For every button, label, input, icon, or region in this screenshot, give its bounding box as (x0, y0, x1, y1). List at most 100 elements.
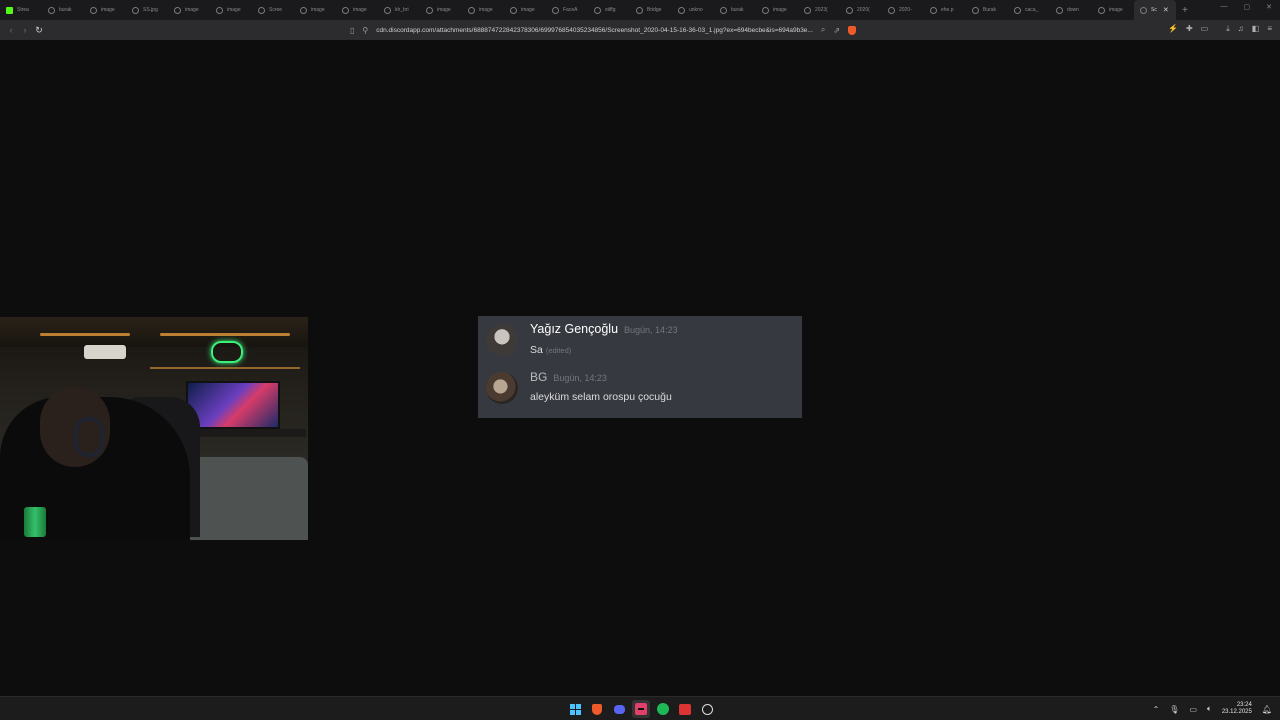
browser-tab[interactable]: image (420, 0, 462, 20)
browser-tab[interactable]: Sc ✕ (1134, 0, 1176, 20)
url-text[interactable]: cdn.discordapp.com/attachments/688874722… (376, 27, 813, 34)
browser-tab[interactable]: image (336, 0, 378, 20)
browser-tab[interactable]: image (462, 0, 504, 20)
tab-title: kh_bri (395, 7, 409, 13)
microphone-icon[interactable]: 🎙︎ (1169, 705, 1179, 714)
back-icon[interactable]: ‹ (4, 25, 18, 35)
network-icon[interactable]: ▭ (1189, 705, 1197, 714)
tab-title: Bridge (647, 7, 662, 13)
message-content: aleyküm selam orospu çocuğu (530, 391, 672, 403)
sidebar-toggle-icon[interactable]: ◧ (1252, 24, 1260, 34)
globe-icon (426, 6, 433, 14)
address-bar[interactable]: ▯ ⚲ cdn.discordapp.com/attachments/68887… (350, 23, 910, 37)
browser-tab[interactable]: ehe.p (924, 0, 966, 20)
browser-tab[interactable]: 2020- (882, 0, 924, 20)
browser-tab[interactable]: unkno (672, 0, 714, 20)
webcam-headset (74, 417, 104, 457)
tab-title: image (521, 7, 535, 13)
tray-overflow-icon[interactable]: ⌃ (1153, 705, 1160, 714)
tab-title: stiffg (605, 7, 616, 13)
tab-title: Sc (1151, 7, 1157, 13)
volume-icon[interactable]: 🔈︎ (1207, 704, 1212, 714)
browser-tab[interactable]: image (210, 0, 252, 20)
webcam-shelf (150, 367, 300, 369)
webcam-drink-can (24, 507, 46, 537)
avatar (486, 324, 518, 356)
discord-screenshot: Yağız Gençoğlu Bugün, 14:23 Sa (edited) BG… (478, 316, 802, 418)
author-name: Yağız Gençoğlu (530, 322, 619, 336)
globe-icon (216, 6, 223, 14)
browser-tab[interactable]: kh_bri (378, 0, 420, 20)
minimize-icon[interactable]: — (1221, 3, 1228, 11)
browser-tab[interactable]: image (294, 0, 336, 20)
taskbar-apps (566, 700, 716, 718)
browser-tab[interactable]: caca_ (1008, 0, 1050, 20)
globe-icon (930, 6, 937, 14)
tab-title: 2023( (815, 7, 828, 13)
brave-icon[interactable] (588, 700, 606, 718)
brave-shield-icon[interactable] (848, 25, 857, 35)
site-info-icon[interactable]: ⚲ (362, 26, 368, 35)
spotify-icon[interactable] (654, 700, 672, 718)
download-icon[interactable]: ⤓ (1226, 24, 1230, 34)
discord-icon[interactable] (610, 700, 628, 718)
author-name: BG (530, 370, 548, 384)
extensions-puzzle-icon[interactable]: ✚ (1186, 24, 1193, 34)
close-window-icon[interactable]: ✕ (1266, 3, 1272, 11)
zoom-icon[interactable]: ⌕ (821, 25, 825, 35)
obs-icon[interactable] (698, 700, 716, 718)
share-icon[interactable]: ⇗ (833, 26, 840, 35)
windows-start-icon[interactable] (566, 700, 584, 718)
menu-icon[interactable]: ≡ (1267, 24, 1272, 34)
tab-title: caca_ (1025, 7, 1039, 13)
globe-icon (762, 6, 769, 14)
new-tab-icon[interactable]: + (1182, 5, 1188, 16)
browser-tab[interactable]: image (756, 0, 798, 20)
globe-icon (720, 6, 727, 14)
globe-icon (510, 6, 517, 14)
browser-tab[interactable]: FaceA (546, 0, 588, 20)
browser-tab[interactable]: Strea (0, 0, 42, 20)
clock[interactable]: 23:24 23.12.2025 (1222, 702, 1252, 716)
webcam-light-strip (40, 333, 130, 336)
reload-icon[interactable]: ↻ (32, 25, 46, 36)
wallet-icon[interactable]: ▭ (1201, 24, 1209, 34)
browser-tab[interactable]: image (1092, 0, 1134, 20)
globe-icon (174, 6, 181, 14)
globe-icon (636, 6, 643, 14)
tab-title: Strea (17, 7, 29, 13)
browser-tab[interactable]: image (84, 0, 126, 20)
tab-title: image (311, 7, 325, 13)
browser-tab[interactable]: 2020( (840, 0, 882, 20)
maximize-icon[interactable]: ▢ (1244, 3, 1251, 11)
browser-tab[interactable]: Scree (252, 0, 294, 20)
browser-tab[interactable]: Burak (966, 0, 1008, 20)
globe-icon (90, 6, 97, 14)
browser-tab[interactable]: Bridge (630, 0, 672, 20)
notification-bell-icon[interactable]: 🔔︎ (1262, 705, 1272, 714)
browser-tab[interactable]: image (504, 0, 546, 20)
forward-icon[interactable]: › (18, 25, 32, 35)
avatar (486, 372, 518, 404)
tab-close-icon[interactable]: ✕ (1163, 6, 1169, 14)
bookmark-icon[interactable]: ▯ (350, 26, 354, 35)
tab-title: Burak (983, 7, 997, 13)
extension-icon[interactable]: ⚡ (1168, 24, 1178, 34)
tab-title: SS.jpg (143, 7, 158, 13)
browser-tab[interactable]: down (1050, 0, 1092, 20)
tab-title: image (773, 7, 787, 13)
tab-title: down (1067, 7, 1079, 13)
media-control-icon[interactable]: ♫ (1238, 24, 1244, 34)
media-icon[interactable] (676, 700, 694, 718)
webcam-air-conditioner (84, 345, 126, 359)
tab-title: image (101, 7, 115, 13)
browser-tab[interactable]: burak (42, 0, 84, 20)
browser-tab[interactable]: SS.jpg (126, 0, 168, 20)
browser-tab[interactable]: burak (714, 0, 756, 20)
message-text: Sa (edited) (530, 344, 571, 356)
browser-tab[interactable]: image (168, 0, 210, 20)
kick-icon[interactable] (632, 700, 650, 718)
globe-icon (888, 6, 895, 14)
browser-tab[interactable]: stiffg (588, 0, 630, 20)
browser-tab[interactable]: 2023( (798, 0, 840, 20)
